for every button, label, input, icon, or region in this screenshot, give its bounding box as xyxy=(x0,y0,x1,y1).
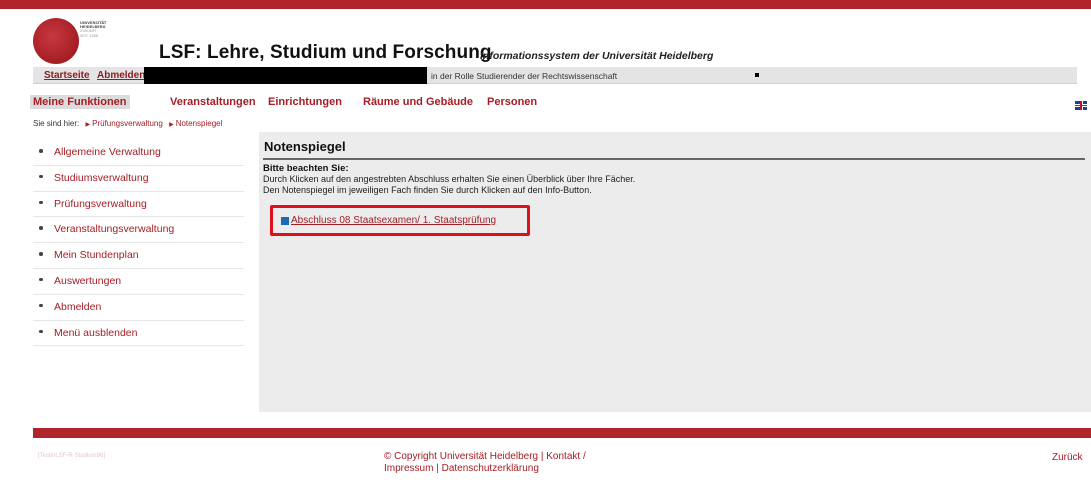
bullet-icon xyxy=(39,226,43,230)
nav-raeume-und-gebaeude[interactable]: Räume und Gebäude xyxy=(363,96,473,108)
breadcrumb-arrow-icon: ▶ xyxy=(85,122,91,128)
sidebar-item-label[interactable]: Auswertungen xyxy=(54,275,121,287)
bullet-icon xyxy=(39,329,43,334)
site-subtitle: Informationssystem der Universität Heide… xyxy=(480,50,714,62)
sidebar-menu: Allgemeine Verwaltung Studiumsverwaltung… xyxy=(33,140,244,347)
nav-einrichtungen[interactable]: Einrichtungen xyxy=(268,96,342,108)
sidebar-item-pruefungsverwaltung[interactable]: Prüfungsverwaltung xyxy=(33,192,244,218)
abschluss-link[interactable]: Abschluss 08 Staatsexamen/ 1. Staatsprüf… xyxy=(291,215,496,226)
sidebar-item-label[interactable]: Veranstaltungsverwaltung xyxy=(54,223,174,235)
breadcrumb-arrow-icon: ▶ xyxy=(169,122,174,128)
title-divider xyxy=(263,158,1085,160)
sidebar-item-studiumsverwaltung[interactable]: Studiumsverwaltung xyxy=(33,166,244,192)
sidebar-item-label[interactable]: Studiumsverwaltung xyxy=(54,172,149,184)
main-navigation: Meine Funktionen Veranstaltungen Einrich… xyxy=(30,95,1077,114)
sidebar-item-abmelden[interactable]: Abmelden xyxy=(33,295,244,321)
nav-veranstaltungen[interactable]: Veranstaltungen xyxy=(170,96,256,108)
top-brand-bar xyxy=(0,0,1091,9)
copyright-line-1[interactable]: © Copyright Universität Heidelberg | Kon… xyxy=(384,451,586,463)
bullet-icon xyxy=(39,149,43,153)
sidebar-item-auswertungen[interactable]: Auswertungen xyxy=(33,269,244,295)
sidebar-item-label[interactable]: Abmelden xyxy=(54,301,101,313)
sidebar-item-label[interactable]: Menü ausblenden xyxy=(54,327,137,339)
footer-system-id: [TestinLSF-R-Studium96] xyxy=(38,453,106,459)
user-role-text: in der Rolle Studierender der Rechtswiss… xyxy=(431,71,618,81)
sidebar-item-veranstaltungsverwaltung[interactable]: Veranstaltungsverwaltung xyxy=(33,217,244,244)
copyright-block: © Copyright Universität Heidelberg | Kon… xyxy=(384,451,586,475)
university-seal-logo[interactable] xyxy=(33,18,79,64)
university-wordmark: UNIVERSITÄT HEIDELBERG ZUKUNFT SEIT 1386 xyxy=(80,21,107,38)
logout-link[interactable]: Abmelden xyxy=(97,70,145,81)
note-text-line-1: Durch Klicken auf den angestrebten Absch… xyxy=(263,174,636,184)
site-title: LSF: Lehre, Studium und Forschung xyxy=(159,42,492,63)
bullet-icon xyxy=(39,174,43,179)
bullet-icon xyxy=(39,277,43,282)
note-text-line-2: Den Notenspiegel im jeweiligen Fach find… xyxy=(263,185,592,195)
sidebar-item-mein-stundenplan[interactable]: Mein Stundenplan xyxy=(33,243,244,269)
abschluss-highlight-box: Abschluss 08 Staatsexamen/ 1. Staatsprüf… xyxy=(270,205,530,236)
square-bullet-icon xyxy=(281,217,289,225)
breadcrumb-item-notenspiegel[interactable]: Notenspiegel xyxy=(176,119,223,128)
sidebar-item-label[interactable]: Allgemeine Verwaltung xyxy=(54,146,161,158)
bullet-icon xyxy=(39,252,43,256)
sidebar-item-allgemeine-verwaltung[interactable]: Allgemeine Verwaltung xyxy=(33,140,244,166)
nav-personen[interactable]: Personen xyxy=(487,96,537,108)
copyright-line-2[interactable]: Impressum | Datenschutzerklärung xyxy=(384,463,586,475)
back-link[interactable]: Zurück xyxy=(1052,452,1083,463)
sidebar-item-menue-ausblenden[interactable]: Menü ausblenden xyxy=(33,321,244,347)
bullet-icon xyxy=(39,303,43,308)
breadcrumb-prefix: Sie sind hier: xyxy=(33,119,80,128)
page-title: Notenspiegel xyxy=(264,139,346,154)
main-content-panel: Notenspiegel Bitte beachten Sie: Durch K… xyxy=(259,132,1091,412)
note-heading: Bitte beachten Sie: xyxy=(263,163,349,174)
bullet-icon xyxy=(39,200,43,205)
footer-brand-bar xyxy=(33,428,1091,438)
sidebar-item-label[interactable]: Mein Stundenplan xyxy=(54,249,139,261)
breadcrumb-item-pruefungsverwaltung[interactable]: Prüfungsverwaltung xyxy=(92,119,163,128)
sidebar-item-label[interactable]: Prüfungsverwaltung xyxy=(54,198,147,210)
english-flag-icon[interactable] xyxy=(1075,101,1087,110)
nav-meine-funktionen[interactable]: Meine Funktionen xyxy=(30,95,130,109)
status-dot xyxy=(755,73,759,77)
redacted-username xyxy=(144,67,427,84)
breadcrumb: Sie sind hier: ▶ Prüfungsverwaltung ▶ Note… xyxy=(33,119,222,128)
home-link[interactable]: Startseite xyxy=(44,70,90,81)
user-bar: Startseite Abmelden in der Rolle Studier… xyxy=(33,67,1077,84)
